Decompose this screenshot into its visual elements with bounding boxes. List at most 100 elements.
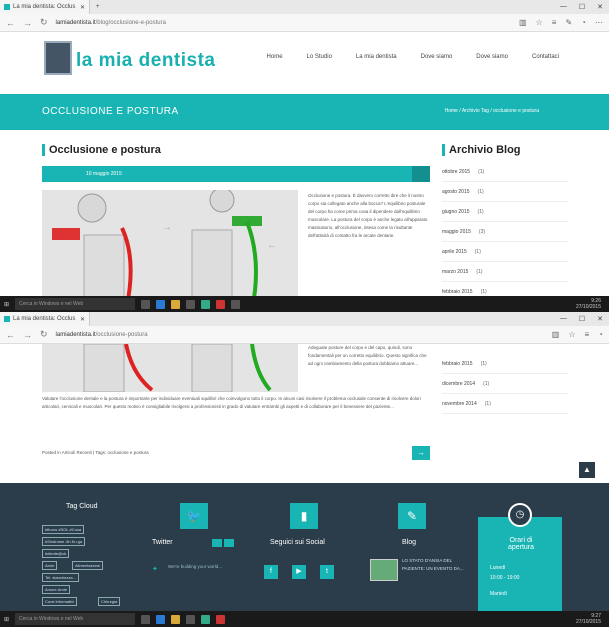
pencil-icon[interactable]: ✎ [398,503,426,529]
posture-illustration: → ← [42,190,298,310]
post-title: Occlusione e postura [42,144,161,156]
main-menu: Home Lo Studio La mia dentista Dove siam… [267,54,559,60]
app-icon[interactable] [231,299,241,309]
tag[interactable]: Tel. stanchezza... [42,573,79,582]
tag[interactable]: Arnie [42,561,58,570]
refresh-icon[interactable]: ↻ [40,17,48,28]
post-text-right: Occlusione e postura. È davvero corretto… [308,193,428,238]
tag[interactable]: #Sindrome Jin Ku ga [42,537,86,546]
twitter-title: Twitter [152,539,173,546]
minimize-button[interactable]: — [560,3,567,11]
archive-item[interactable]: giugno 2015 (1) [442,202,568,222]
store-icon[interactable] [186,299,196,309]
site-header: la mia dentista Home Lo Studio La mia de… [0,32,609,94]
task-view-icon[interactable] [141,299,151,309]
refresh-icon[interactable]: ↻ [40,329,48,340]
taskbar-search[interactable]: Cerca in Windows e nel Web [15,298,136,310]
reading-view-icon[interactable]: ▥ [552,330,560,339]
address-bar[interactable]: lamiadentista.it/occlusione-postura [56,332,544,338]
explorer-icon[interactable] [171,614,181,624]
menu-studio[interactable]: Lo Studio [307,54,332,60]
reading-view-icon[interactable]: ▥ [519,18,527,27]
breadcrumb[interactable]: Home / Archivio Tag / occlusione e postu… [445,108,539,114]
share-icon[interactable]: ◔ [598,330,603,339]
menu-home[interactable]: Home [267,54,283,60]
twitter-social-icon[interactable]: t [320,565,334,579]
tab-active[interactable]: La mia dentista: Occlus ✕ [0,312,90,326]
clock[interactable]: 9:26 27/10/2015 [576,298,601,310]
posture-illustration-lower [42,344,298,392]
archive-item[interactable]: febbraio 2015 (1) [442,354,568,374]
back-icon[interactable]: ← [6,18,15,28]
minimize-button[interactable]: — [560,315,567,323]
store-icon[interactable] [186,614,196,624]
clock-icon: ◷ [508,503,532,527]
favorite-star-icon[interactable]: ☆ [536,18,543,27]
archive-item[interactable]: novembre 2014 (1) [442,394,568,414]
app-icon[interactable] [216,614,226,624]
hub-icon[interactable]: ≡ [552,18,557,27]
task-view-icon[interactable] [141,614,151,624]
close-window-button[interactable]: ✕ [597,3,603,11]
tab-active[interactable]: La mia dentista: Occlus ✕ [0,0,90,14]
menu-contattaci[interactable]: Contattaci [532,54,559,60]
close-window-button[interactable]: ✕ [597,315,603,323]
share-icon[interactable]: ◔ [581,18,586,27]
scroll-to-top-button[interactable]: ▲ [579,462,595,478]
menu-dove-2[interactable]: Dove siamo [476,54,508,60]
blog-thumbnail[interactable] [370,559,398,581]
archive-item[interactable]: dicembre 2014 (1) [442,374,568,394]
address-bar[interactable]: lamiadentista.it/blog/occlusione-e-postu… [56,20,512,26]
app-icon[interactable] [201,299,211,309]
menu-dove[interactable]: Dove siamo [421,54,453,60]
tag[interactable]: Corsi Informativi [42,597,77,606]
next-post-button[interactable]: → [412,446,430,460]
start-icon[interactable]: ⊞ [4,301,9,308]
twitter-next-button[interactable] [224,539,234,547]
menu-dentista[interactable]: La mia dentista [356,54,397,60]
bookmark-icon[interactable]: ▮ [290,503,318,529]
tag[interactable]: #fluoro #SOL #Cosa [42,525,85,534]
new-tab-button[interactable]: + [90,4,100,10]
start-icon[interactable]: ⊞ [4,616,9,623]
post-meta[interactable]: Posted in Articoli Recenti | Tags: occlu… [42,449,342,457]
post-date: 10 maggio 2015 [86,171,122,177]
close-tab-icon[interactable]: ✕ [80,316,85,323]
app-icon[interactable] [201,614,211,624]
favorite-star-icon[interactable]: ☆ [568,330,575,339]
tag[interactable]: Alimentazione [72,561,104,570]
twitter-prev-button[interactable] [212,539,222,547]
twitter-icon[interactable]: 🐦 [180,503,208,529]
note-icon[interactable]: ✎ [565,18,572,27]
clock[interactable]: 9:27 27/10/2015 [576,613,601,625]
taskbar-search[interactable]: Cerca in Windows e nel Web [15,613,136,625]
youtube-icon[interactable]: ▶ [292,565,306,579]
comment-icon[interactable] [412,166,430,182]
maximize-button[interactable]: ☐ [579,315,585,323]
forward-icon[interactable]: → [23,330,32,340]
archive-item[interactable]: ottobre 2015 (1) [442,162,568,182]
facebook-icon[interactable]: f [264,565,278,579]
tag[interactable]: #diente@ok [42,549,70,558]
archive-item[interactable]: maggio 2015 (3) [442,222,568,242]
edge-icon[interactable] [156,299,166,309]
hub-icon[interactable]: ≡ [584,330,589,339]
tag[interactable]: Chirurgia [98,597,121,606]
back-icon[interactable]: ← [6,330,15,340]
archive-item[interactable]: aprile 2015 (1) [442,242,568,262]
archive-item[interactable]: agosto 2015 (1) [442,182,568,202]
logo-image[interactable] [44,41,72,75]
twitter-text[interactable]: We're building your world... [168,563,238,571]
close-tab-icon[interactable]: ✕ [80,4,85,11]
tag[interactable]: Amore Arnie [42,585,71,594]
maximize-button[interactable]: ☐ [579,3,585,11]
logo-text[interactable]: la mia dentista [76,50,216,72]
edge-icon[interactable] [156,614,166,624]
more-icon[interactable]: ⋯ [595,18,603,27]
forward-icon[interactable]: → [23,18,32,28]
page-title: OCCLUSIONE E POSTURA [42,106,179,117]
archive-item[interactable]: marzo 2015 (1) [442,262,568,282]
explorer-icon[interactable] [171,299,181,309]
app-icon[interactable] [216,299,226,309]
blog-post-title[interactable]: LO STATO D'ANSIA DEL PAZIENTE: UN EVENTO… [402,557,466,573]
